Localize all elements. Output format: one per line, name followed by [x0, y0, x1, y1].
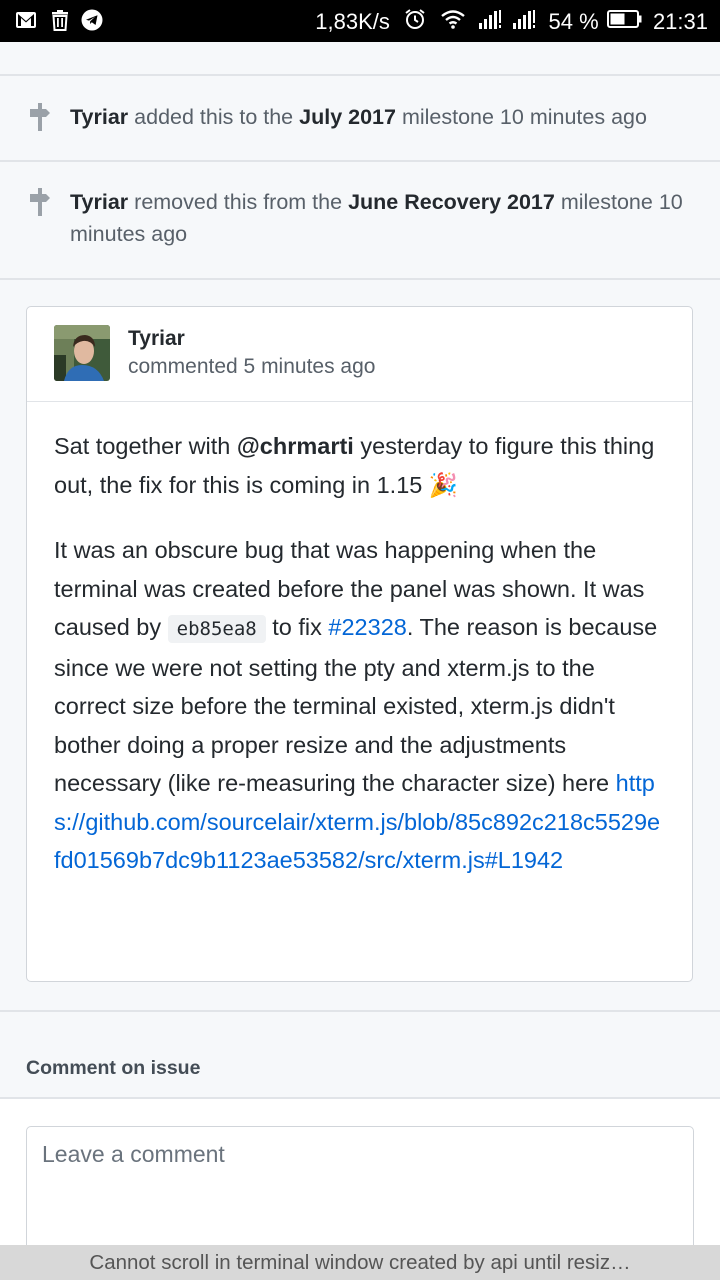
- divider: [0, 1010, 720, 1012]
- timeline-event-milestone-added: Tyriar added this to the July 2017 miles…: [70, 101, 690, 133]
- comment-timestamp[interactable]: commented 5 minutes ago: [128, 355, 375, 379]
- event-actor[interactable]: Tyriar: [70, 190, 128, 214]
- comment-author[interactable]: Tyriar: [128, 327, 185, 351]
- milestone-icon: [29, 103, 51, 131]
- event-actor[interactable]: Tyriar: [70, 105, 128, 129]
- signal-icon-sim1: [478, 8, 502, 36]
- avatar[interactable]: [54, 325, 110, 381]
- event-suffix: milestone 10 minutes ago: [401, 105, 647, 129]
- trash-icon: [48, 8, 74, 34]
- user-mention[interactable]: @chrmarti: [237, 433, 354, 459]
- network-speed: 1,83K/s: [315, 9, 390, 35]
- event-milestone[interactable]: June Recovery 2017: [348, 190, 555, 214]
- telegram-icon: [80, 8, 106, 34]
- divider: [0, 160, 720, 162]
- signal-icon-sim2: [512, 8, 536, 36]
- comment-paragraph: It was an obscure bug that was happening…: [54, 531, 666, 880]
- text: to fix: [265, 614, 329, 640]
- divider: [0, 74, 720, 76]
- divider: [0, 1097, 720, 1099]
- party-popper-emoji: 🎉: [428, 471, 459, 498]
- text: . The reason is because since we were no…: [54, 614, 658, 796]
- comment-card: Tyriar commented 5 minutes ago Sat toget…: [26, 306, 693, 982]
- wifi-icon: [440, 8, 466, 36]
- comment-body: Sat together with @chrmarti yesterday to…: [54, 427, 666, 880]
- gmail-icon: [14, 8, 40, 34]
- milestone-icon: [29, 188, 51, 216]
- comment-paragraph: Sat together with @chrmarti yesterday to…: [54, 427, 666, 504]
- timeline-event-milestone-removed: Tyriar removed this from the June Recove…: [70, 186, 690, 250]
- issue-link[interactable]: #22328: [328, 614, 406, 640]
- status-bar: 1,83K/s 54 % 21:31: [0, 0, 720, 42]
- divider: [0, 278, 720, 280]
- alarm-icon: [404, 8, 426, 36]
- event-action: removed this from the: [134, 190, 343, 214]
- battery-percent: 54 %: [548, 9, 599, 35]
- comment-header: Tyriar commented 5 minutes ago: [27, 307, 692, 402]
- text: Sat together with: [54, 433, 237, 459]
- comment-section-title: Comment on issue: [26, 1057, 201, 1079]
- event-action: added this to the: [134, 105, 294, 129]
- commit-link[interactable]: eb85ea8: [167, 615, 266, 643]
- system-status: 1,83K/s 54 % 21:31: [315, 8, 708, 34]
- event-milestone[interactable]: July 2017: [299, 105, 396, 129]
- clock: 21:31: [652, 9, 708, 35]
- issue-title-bar[interactable]: Cannot scroll in terminal window created…: [0, 1245, 720, 1280]
- battery-icon: [606, 9, 643, 35]
